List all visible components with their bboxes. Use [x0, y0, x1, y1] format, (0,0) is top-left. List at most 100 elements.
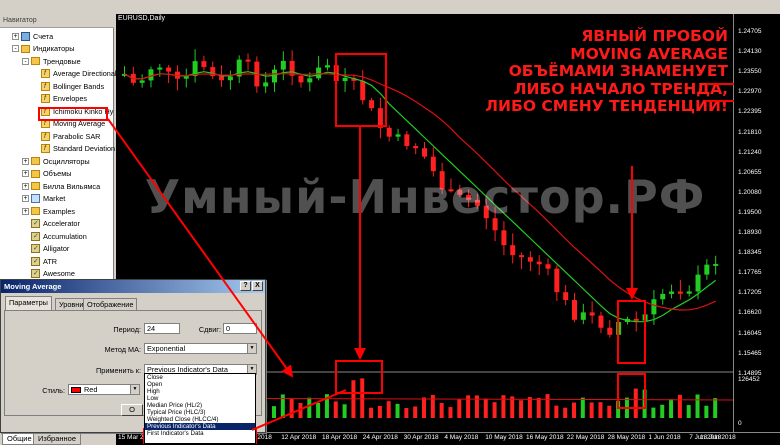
- dropdown-option[interactable]: Weighted Close (HLCC/4): [145, 416, 255, 423]
- candle-body: [148, 69, 154, 81]
- tree-item-label: Envelopes: [53, 94, 88, 103]
- dropdown-option[interactable]: Close: [145, 374, 255, 381]
- period-input[interactable]: 24: [144, 323, 180, 334]
- tree-item[interactable]: Bollinger Bands: [32, 81, 104, 92]
- volume-bar: [413, 406, 418, 418]
- color-swatch: [71, 387, 81, 394]
- volume-bar: [572, 402, 576, 418]
- ok-button[interactable]: O: [121, 404, 143, 416]
- tree-item[interactable]: Accumulation: [22, 231, 87, 242]
- expand-toggle-icon[interactable]: +: [22, 170, 29, 177]
- tree-item[interactable]: Awesome: [22, 268, 75, 279]
- candle-body: [324, 65, 330, 68]
- candle-body: [589, 312, 595, 316]
- candle-body: [563, 292, 569, 301]
- chart-symbol-label: EURUSD,Daily: [118, 15, 166, 22]
- annotation-line: ОБЪЁМАМИ ЗНАМЕНУЕТ: [508, 62, 728, 80]
- close-button[interactable]: X: [252, 281, 263, 291]
- indicator-icon: [41, 131, 50, 142]
- candle-body: [527, 257, 533, 262]
- volume-bar: [289, 399, 294, 418]
- expand-toggle-icon[interactable]: -: [12, 45, 19, 52]
- tree-item[interactable]: Standard Deviation: [32, 143, 115, 154]
- tree-item[interactable]: - Индикаторы: [12, 43, 74, 54]
- tab-parameters[interactable]: Параметры: [5, 296, 52, 310]
- tree-item[interactable]: Ichimoku Kinko Hy: [32, 106, 113, 117]
- volume-bar: [677, 394, 682, 418]
- price-tick-label: 1.17765: [738, 269, 762, 277]
- volume-bar: [492, 402, 497, 418]
- volume-bar: [563, 407, 568, 418]
- tree-item[interactable]: + Examples: [22, 206, 75, 217]
- custom-indicator-icon: [31, 231, 40, 242]
- expand-toggle-icon[interactable]: -: [22, 57, 29, 65]
- volume-bar: [607, 405, 612, 418]
- tree-item-label: ATR: [43, 256, 58, 266]
- tree-item[interactable]: + Объемы: [22, 168, 72, 179]
- volume-bar: [616, 400, 621, 418]
- candle-body: [201, 61, 207, 68]
- tree-item[interactable]: Alligator: [22, 243, 69, 254]
- candle-body: [510, 245, 516, 256]
- candle-body: [298, 75, 304, 83]
- volume-bar: [333, 401, 338, 418]
- volume-bar: [439, 402, 444, 418]
- folder-icon: [31, 207, 40, 215]
- method-select[interactable]: Exponential ▼: [144, 343, 257, 354]
- chevron-down-icon[interactable]: ▼: [130, 385, 139, 394]
- tree-item-label: Билла Вильямса: [43, 181, 101, 191]
- tree-item[interactable]: + Счета: [12, 31, 53, 42]
- tab-favorites[interactable]: Избранное: [33, 433, 82, 445]
- time-tick-label: 10 May 2018: [485, 434, 523, 441]
- folder-icon: [31, 182, 40, 190]
- dropdown-option[interactable]: Open: [145, 381, 255, 388]
- tree-item[interactable]: Accelerator: [22, 218, 80, 229]
- indicator-icon: [41, 68, 50, 79]
- expand-toggle-icon[interactable]: +: [22, 195, 29, 202]
- dropdown-option[interactable]: First Indicator's Data: [145, 430, 255, 437]
- tree-item[interactable]: Parabolic SAR: [32, 131, 100, 142]
- tree-item-label: Трендовые: [43, 56, 81, 66]
- dropdown-option[interactable]: High: [145, 388, 255, 395]
- volume-bar: [686, 405, 691, 418]
- volume-bar: [545, 394, 550, 418]
- tree-item[interactable]: + Билла Вильямса: [22, 181, 100, 192]
- dropdown-option[interactable]: Low: [145, 395, 255, 402]
- tree-item[interactable]: Average Directional: [32, 68, 117, 79]
- candle-body: [342, 77, 348, 82]
- tab-display[interactable]: Отображение: [83, 298, 138, 310]
- tree-item-label: Market: [43, 194, 66, 203]
- tree-item[interactable]: Moving Average: [32, 118, 105, 129]
- help-button[interactable]: ?: [240, 281, 251, 291]
- price-tick-label: 1.15465: [738, 349, 762, 357]
- shift-label: Сдвиг:: [198, 325, 221, 334]
- dropdown-option[interactable]: Typical Price (HLC/3): [145, 409, 255, 416]
- chevron-down-icon[interactable]: ▼: [247, 344, 256, 353]
- dropdown-option[interactable]: Median Price (HL/2): [145, 402, 255, 409]
- volume-bar: [501, 395, 506, 418]
- accounts-icon: [21, 31, 30, 41]
- candle-body: [227, 76, 233, 81]
- tree-item[interactable]: ATR: [22, 256, 57, 267]
- expand-toggle-icon[interactable]: +: [22, 207, 29, 215]
- candle-body: [633, 318, 639, 321]
- tree-item[interactable]: Envelopes: [32, 93, 87, 104]
- tree-item[interactable]: - Трендовые: [22, 56, 81, 67]
- tree-item[interactable]: + Market: [22, 193, 65, 204]
- market-icon: [31, 194, 40, 203]
- dropdown-option[interactable]: Previous Indicator's Data: [145, 423, 255, 430]
- expand-toggle-icon[interactable]: +: [12, 32, 19, 40]
- expand-toggle-icon[interactable]: +: [22, 157, 29, 165]
- price-tick-label: 1.23550: [738, 68, 762, 76]
- apply-to-dropdown-list[interactable]: Close Open High Low Median Price (HL/2) Typic…: [144, 373, 256, 444]
- tab-general[interactable]: Общие: [2, 433, 37, 445]
- tree-item-label: Индикаторы: [33, 44, 75, 53]
- expand-toggle-icon[interactable]: +: [22, 182, 29, 190]
- candle-body: [554, 268, 560, 293]
- tree-item[interactable]: + Осцилляторы: [22, 156, 90, 167]
- style-color-select[interactable]: Red ▼: [68, 384, 140, 395]
- tree-item-label: Bollinger Bands: [53, 81, 105, 91]
- custom-indicator-icon: [31, 268, 40, 279]
- volume-bar: [342, 404, 347, 418]
- shift-input[interactable]: 0: [223, 323, 257, 334]
